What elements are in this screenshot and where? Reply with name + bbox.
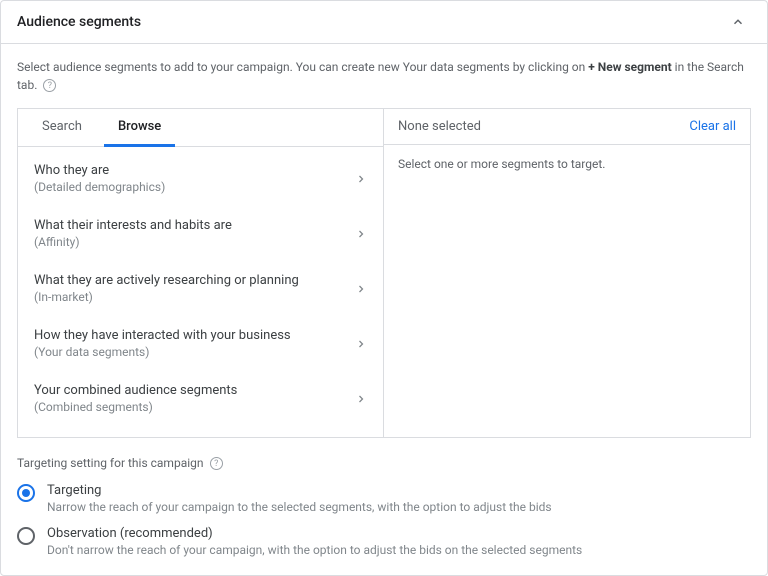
- instruction-pre: Select audience segments to add to your …: [17, 60, 588, 74]
- category-subtitle: (Affinity): [34, 235, 232, 249]
- chevron-up-icon: [731, 15, 745, 29]
- category-title: Your combined audience segments: [34, 383, 237, 398]
- help-icon[interactable]: ?: [210, 457, 223, 470]
- category-item[interactable]: What their interests and habits are (Aff…: [18, 206, 383, 261]
- targeting-heading-row: Targeting setting for this campaign ?: [17, 456, 751, 471]
- collapse-button[interactable]: [725, 13, 751, 31]
- category-subtitle: (In-market): [34, 290, 299, 304]
- chevron-right-icon: [355, 393, 367, 405]
- tab-search[interactable]: Search: [28, 109, 96, 146]
- none-selected-label: None selected: [398, 119, 481, 134]
- segments-panel: Search Browse Who they are (Detailed dem…: [17, 108, 751, 438]
- category-item[interactable]: Who they are (Detailed demographics): [18, 151, 383, 206]
- radio-description: Don't narrow the reach of your campaign,…: [47, 543, 582, 557]
- category-title: What their interests and habits are: [34, 218, 232, 233]
- tabs: Search Browse: [18, 109, 383, 147]
- card-title: Audience segments: [17, 14, 141, 30]
- radio-icon: [17, 527, 35, 545]
- category-list: Who they are (Detailed demographics) Wha…: [18, 147, 383, 430]
- radio-option-observation[interactable]: Observation (recommended) Don't narrow t…: [17, 526, 751, 557]
- radio-label: Targeting: [47, 483, 552, 498]
- chevron-right-icon: [355, 228, 367, 240]
- selected-header: None selected Clear all: [384, 109, 750, 145]
- chevron-right-icon: [355, 338, 367, 350]
- category-title: How they have interacted with your busin…: [34, 328, 291, 343]
- category-item[interactable]: How they have interacted with your busin…: [18, 316, 383, 371]
- card-body: Select audience segments to add to your …: [1, 44, 767, 575]
- category-title: What they are actively researching or pl…: [34, 273, 299, 288]
- chevron-right-icon: [355, 173, 367, 185]
- panel-left: Search Browse Who they are (Detailed dem…: [18, 109, 384, 437]
- chevron-right-icon: [355, 283, 367, 295]
- category-item[interactable]: What they are actively researching or pl…: [18, 261, 383, 316]
- category-subtitle: (Combined segments): [34, 400, 237, 414]
- category-title: Who they are: [34, 163, 165, 178]
- radio-option-targeting[interactable]: Targeting Narrow the reach of your campa…: [17, 483, 751, 514]
- help-icon[interactable]: ?: [43, 79, 56, 92]
- card-header: Audience segments: [1, 1, 767, 44]
- instruction-bold: + New segment: [588, 60, 671, 74]
- radio-icon: [17, 484, 35, 502]
- audience-segments-card: Audience segments Select audience segmen…: [0, 0, 768, 576]
- instruction-text: Select audience segments to add to your …: [17, 58, 751, 94]
- category-subtitle: (Your data segments): [34, 345, 291, 359]
- tab-browse[interactable]: Browse: [104, 109, 175, 147]
- clear-all-button[interactable]: Clear all: [689, 119, 736, 134]
- panel-right: None selected Clear all Select one or mo…: [384, 109, 750, 437]
- category-item[interactable]: Your combined audience segments (Combine…: [18, 371, 383, 426]
- category-subtitle: (Detailed demographics): [34, 180, 165, 194]
- selection-hint: Select one or more segments to target.: [384, 145, 750, 183]
- radio-description: Narrow the reach of your campaign to the…: [47, 500, 552, 514]
- targeting-heading: Targeting setting for this campaign: [17, 456, 204, 470]
- targeting-settings: Targeting setting for this campaign ? Ta…: [17, 456, 751, 557]
